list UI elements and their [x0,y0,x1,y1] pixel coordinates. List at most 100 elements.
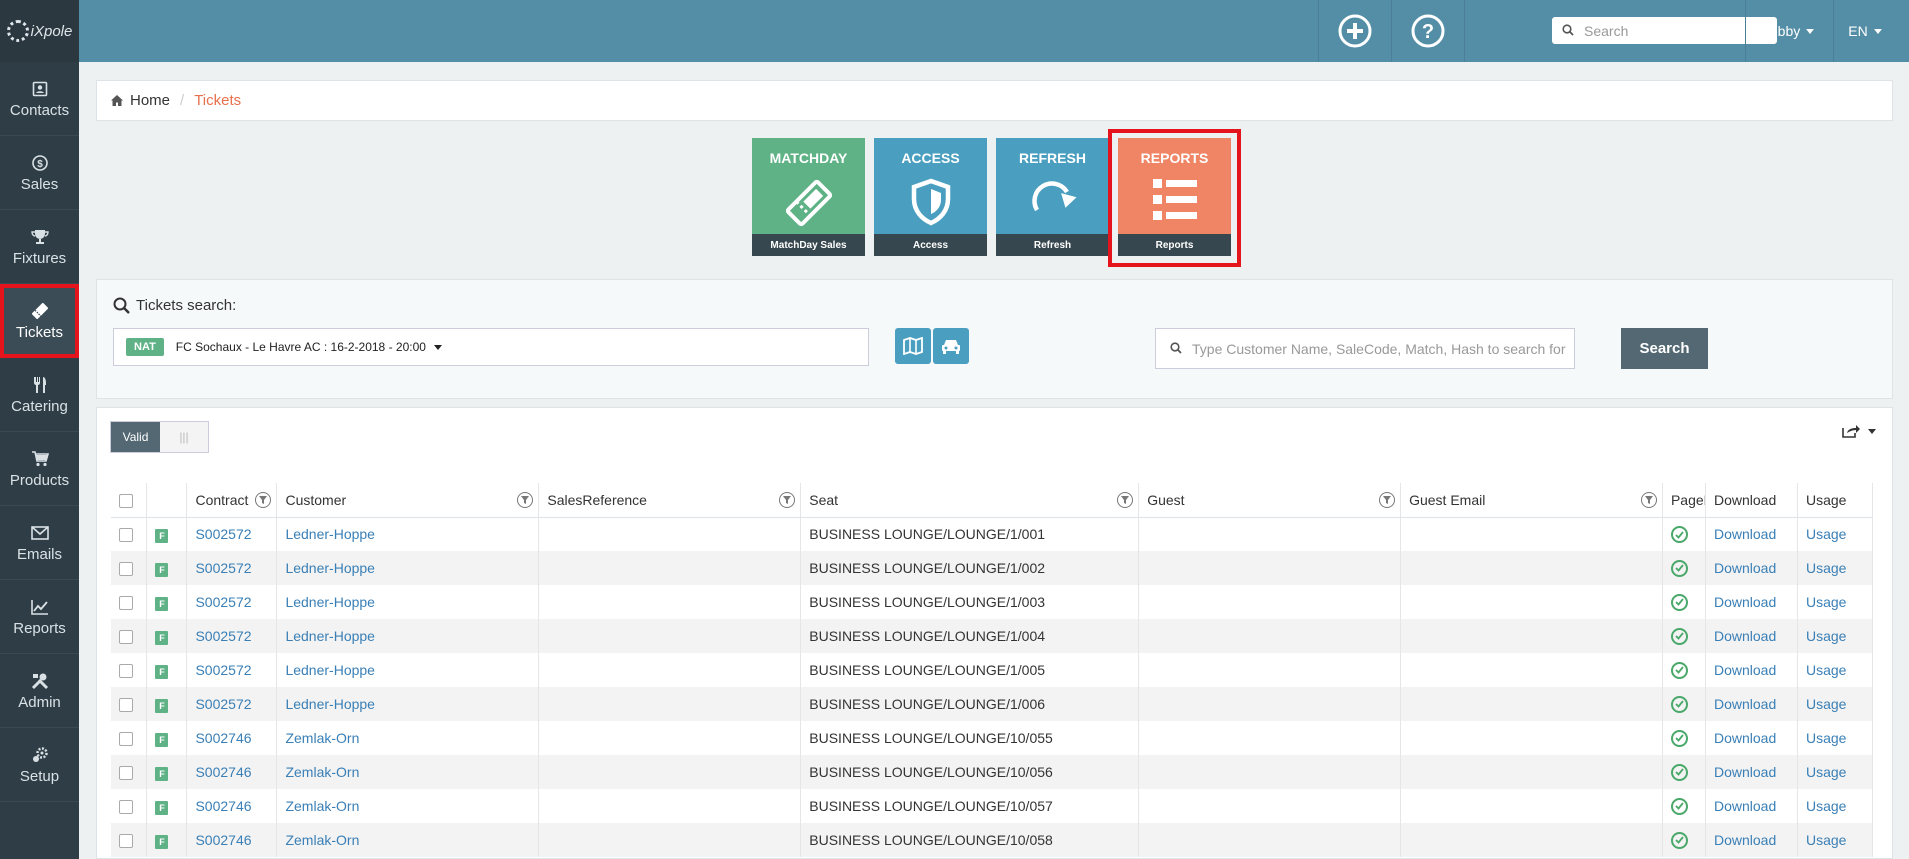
sidebar-item-fixtures[interactable]: Fixtures [0,210,79,284]
breadcrumb-home-label: Home [130,92,171,109]
filter-icon[interactable] [517,492,534,508]
select-all-checkbox[interactable] [119,493,133,508]
contract-link[interactable]: S002572 [195,628,251,644]
contract-link[interactable]: S002572 [195,662,251,678]
column-header-download[interactable]: Download [1705,483,1798,518]
download-link[interactable]: Download [1714,560,1776,576]
row-checkbox[interactable] [119,596,133,611]
download-link[interactable]: Download [1714,628,1776,644]
contract-link[interactable]: S002746 [195,798,251,814]
download-link[interactable]: Download [1714,832,1776,848]
download-link[interactable]: Download [1714,764,1776,780]
column-header-salesreference[interactable]: SalesReference [538,483,802,518]
customer-link[interactable]: Ledner-Hoppe [285,560,375,576]
column-header-guest[interactable]: Guest [1138,483,1402,518]
filter-icon[interactable] [1117,492,1134,508]
map-button[interactable] [895,328,931,364]
sidebar-item-catering[interactable]: Catering [0,358,79,432]
usage-link[interactable]: Usage [1806,526,1846,542]
contract-link[interactable]: S002746 [195,832,251,848]
contract-link[interactable]: S002572 [195,526,251,542]
row-checkbox[interactable] [119,528,133,543]
usage-link[interactable]: Usage [1806,594,1846,610]
filter-icon[interactable] [1640,492,1657,508]
download-link[interactable]: Download [1714,526,1776,542]
usage-link[interactable]: Usage [1806,662,1846,678]
customer-link[interactable]: Ledner-Hoppe [285,662,375,678]
customer-link[interactable]: Zemlak-Orn [285,730,359,746]
customer-link[interactable]: Zemlak-Orn [285,798,359,814]
customer-link[interactable]: Zemlak-Orn [285,764,359,780]
contract-link[interactable]: S002572 [195,696,251,712]
match-select[interactable]: NAT FC Sochaux - Le Havre AC : 16-2-2018… [113,328,869,366]
row-checkbox[interactable] [119,732,133,747]
row-checkbox[interactable] [119,766,133,781]
customer-link[interactable]: Ledner-Hoppe [285,526,375,542]
pagef-cell [1662,619,1706,653]
toggle-valid[interactable]: Valid [111,422,160,452]
usage-link[interactable]: Usage [1806,764,1846,780]
table-row: F S002572 Ledner-Hoppe BUSINESS LOUNGE/LOUN… [111,551,1874,585]
contract-link[interactable]: S002746 [195,764,251,780]
sidebar-item-contacts[interactable]: Contacts [0,62,79,136]
sidebar-item-products[interactable]: Products [0,432,79,506]
contract-link[interactable]: S002746 [195,730,251,746]
toggle-columns[interactable]: ||| [160,422,208,452]
column-header-customer[interactable]: Customer [276,483,540,518]
download-cell: Download [1705,755,1798,789]
tile-refresh[interactable]: REFRESH Refresh [996,138,1109,256]
column-header-usage[interactable]: Usage [1797,483,1874,518]
sidebar-item-emails[interactable]: Emails [0,506,79,580]
column-header-contract[interactable]: Contract [186,483,278,518]
tile-access[interactable]: ACCESS Access [874,138,987,256]
customer-link[interactable]: Ledner-Hoppe [285,628,375,644]
column-header-guest-email[interactable]: Guest Email [1400,483,1663,518]
ticket-search-input[interactable]: Type Customer Name, SaleCode, Match, Has… [1155,328,1575,369]
customer-cell: Ledner-Hoppe [276,517,540,551]
sidebar-item-admin[interactable]: Admin [0,654,79,728]
row-checkbox[interactable] [119,664,133,679]
row-checkbox[interactable] [119,834,133,849]
customer-link[interactable]: Ledner-Hoppe [285,696,375,712]
user-menu[interactable]: Robby [1741,0,1833,62]
row-checkbox[interactable] [119,630,133,645]
sidebar-item-reports[interactable]: Reports [0,580,79,654]
search-button[interactable]: Search [1621,328,1708,369]
download-link[interactable]: Download [1714,696,1776,712]
user-name: Robby [1759,23,1801,39]
help-button[interactable]: ? [1392,0,1464,62]
export-menu[interactable] [1842,424,1876,438]
customer-link[interactable]: Zemlak-Orn [285,832,359,848]
download-link[interactable]: Download [1714,594,1776,610]
sidebar-item-setup[interactable]: Setup [0,728,79,802]
usage-link[interactable]: Usage [1806,696,1846,712]
car-button[interactable] [933,328,969,364]
row-checkbox[interactable] [119,800,133,815]
app-logo[interactable]: iXpole [0,0,79,62]
download-link[interactable]: Download [1714,798,1776,814]
sidebar-item-sales[interactable]: $ Sales [0,136,79,210]
row-checkbox[interactable] [119,698,133,713]
sidebar-item-tickets[interactable]: Tickets [0,284,79,358]
add-button[interactable] [1319,0,1391,62]
usage-link[interactable]: Usage [1806,560,1846,576]
breadcrumb-home[interactable]: Home [111,92,170,109]
filter-icon[interactable] [255,492,272,508]
download-link[interactable]: Download [1714,730,1776,746]
usage-link[interactable]: Usage [1806,832,1846,848]
valid-toggle[interactable]: Valid ||| [110,421,209,453]
filter-icon[interactable] [779,492,796,508]
contract-link[interactable]: S002572 [195,594,251,610]
customer-link[interactable]: Ledner-Hoppe [285,594,375,610]
column-header-pagef[interactable]: PageF [1662,483,1706,518]
usage-link[interactable]: Usage [1806,730,1846,746]
usage-link[interactable]: Usage [1806,798,1846,814]
download-link[interactable]: Download [1714,662,1776,678]
tile-matchday[interactable]: MATCHDAY MatchDay Sales [752,138,865,256]
contract-link[interactable]: S002572 [195,560,251,576]
filter-icon[interactable] [1379,492,1396,508]
language-menu[interactable]: EN [1834,0,1896,62]
row-checkbox[interactable] [119,562,133,577]
column-header-seat[interactable]: Seat [800,483,1140,518]
usage-link[interactable]: Usage [1806,628,1846,644]
